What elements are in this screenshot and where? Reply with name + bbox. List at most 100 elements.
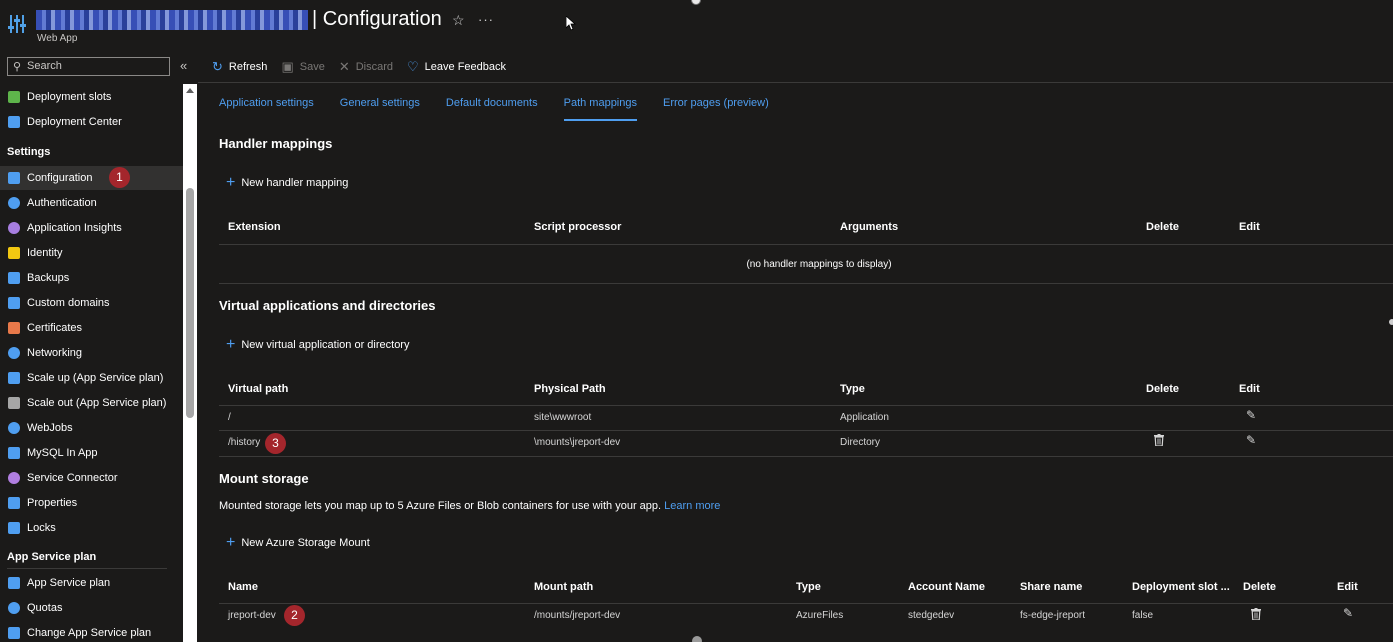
heart-icon: ♡ <box>407 59 419 74</box>
menu-item-label: Authentication <box>27 197 97 209</box>
domains-icon <box>8 297 20 309</box>
settings-section-header: Settings <box>7 146 51 158</box>
leave-feedback-button[interactable]: ♡ Leave Feedback <box>407 59 506 75</box>
new-handler-mapping-button[interactable]: + New handler mapping <box>226 174 349 191</box>
plus-icon: + <box>226 336 236 353</box>
menu-item-label: Networking <box>27 347 83 359</box>
save-button[interactable]: ▣ Save <box>281 59 324 75</box>
menu-item-configuration[interactable]: Configuration <box>0 166 183 190</box>
physical-path-cell: \mounts\jreport-dev <box>534 437 621 448</box>
column-header-edit: Edit <box>1239 383 1260 395</box>
menu-item-app-service-plan[interactable]: App Service plan <box>0 571 183 595</box>
share-name-cell: fs-edge-jreport <box>1020 610 1086 621</box>
column-header-delete: Delete <box>1146 221 1180 233</box>
column-header-mount-path: Mount path <box>534 581 594 593</box>
tab-application-settings[interactable]: Application settings <box>219 97 314 121</box>
menu-item-locks[interactable]: Locks <box>0 516 183 540</box>
table-divider <box>219 456 1393 457</box>
discard-label: Discard <box>355 61 394 73</box>
menu-item-label: WebJobs <box>27 422 73 434</box>
tab-error-pages[interactable]: Error pages (preview) <box>663 97 769 121</box>
command-bar: ↻ Refresh ▣ Save ✕ Discard ♡ Leave Feedb… <box>212 56 520 78</box>
plus-icon: + <box>226 534 236 551</box>
menu-item-label: Backups <box>27 272 70 284</box>
table-divider <box>219 283 1393 284</box>
network-icon <box>8 347 20 359</box>
mysql-icon <box>8 447 20 459</box>
edit-pencil-icon[interactable]: ✎ <box>1246 433 1256 447</box>
delete-trash-icon[interactable] <box>1251 608 1261 620</box>
mount-storage-description: Mounted storage lets you map up to 5 Azu… <box>219 500 720 512</box>
scroll-up-arrow-icon[interactable] <box>186 88 194 93</box>
column-header-edit: Edit <box>1239 221 1260 233</box>
edit-pencil-icon[interactable]: ✎ <box>1343 606 1353 620</box>
quotas-icon <box>8 602 20 614</box>
step-badge-3: 3 <box>265 433 286 454</box>
more-options-icon[interactable]: ··· <box>478 12 494 27</box>
favorite-star-icon[interactable]: ☆ <box>452 12 465 29</box>
menu-scrollbar[interactable] <box>183 84 197 642</box>
deployment-slots-icon <box>8 91 20 103</box>
column-header-delete: Delete <box>1243 581 1277 593</box>
menu-item-application-insights[interactable]: Application Insights <box>0 216 183 240</box>
key-icon <box>8 247 20 259</box>
resource-menu: ⚲ Search « Deployment slots Deployment C… <box>0 52 198 642</box>
menu-item-properties[interactable]: Properties <box>0 491 183 515</box>
virtual-applications-title: Virtual applications and directories <box>219 298 436 313</box>
scroll-thumb[interactable] <box>186 188 194 418</box>
new-handler-mapping-label: New handler mapping <box>241 177 349 189</box>
menu-item-identity[interactable]: Identity <box>0 241 183 265</box>
menu-item-networking[interactable]: Networking <box>0 341 183 365</box>
plus-icon: + <box>226 174 236 191</box>
tab-default-documents[interactable]: Default documents <box>446 97 538 121</box>
tab-path-mappings[interactable]: Path mappings <box>563 97 638 121</box>
menu-item-authentication[interactable]: Authentication <box>0 191 183 215</box>
search-input[interactable]: ⚲ Search <box>7 57 170 76</box>
collapse-menu-icon[interactable]: « <box>180 58 187 73</box>
app-service-plan-section-header: App Service plan <box>7 551 97 563</box>
menu-item-quotas[interactable]: Quotas <box>0 596 183 620</box>
step-badge-1: 1 <box>109 167 130 188</box>
scale-up-icon <box>8 372 20 384</box>
column-header-physical-path: Physical Path <box>534 383 606 395</box>
menu-item-label: MySQL In App <box>27 447 98 459</box>
table-divider <box>219 603 1393 604</box>
edit-pencil-icon[interactable]: ✎ <box>1246 408 1256 422</box>
certificate-icon <box>8 322 20 334</box>
menu-item-change-app-service-plan[interactable]: Change App Service plan <box>0 621 183 642</box>
table-divider <box>219 430 1393 431</box>
menu-item-label: App Service plan <box>27 577 111 589</box>
mount-path-cell: /mounts/jreport-dev <box>534 610 621 621</box>
menu-item-mysql-in-app[interactable]: MySQL In App <box>0 441 183 465</box>
menu-item-label: Quotas <box>27 602 63 614</box>
menu-item-label: Deployment Center <box>27 116 122 128</box>
column-header-account-name: Account Name <box>908 581 986 593</box>
new-virtual-application-button[interactable]: + New virtual application or directory <box>226 336 409 353</box>
menu-item-webjobs[interactable]: WebJobs <box>0 416 183 440</box>
configuration-icon <box>8 15 26 33</box>
menu-item-custom-domains[interactable]: Custom domains <box>0 291 183 315</box>
menu-item-scale-out[interactable]: Scale out (App Service plan) <box>0 391 183 415</box>
delete-trash-icon[interactable] <box>1154 434 1164 446</box>
menu-item-service-connector[interactable]: Service Connector <box>0 466 183 490</box>
learn-more-link[interactable]: Learn more <box>664 500 720 512</box>
window-resize-handle[interactable] <box>692 636 702 642</box>
menu-item-deployment-slots[interactable]: Deployment slots <box>0 85 183 109</box>
column-header-delete: Delete <box>1146 383 1180 395</box>
menu-item-certificates[interactable]: Certificates <box>0 316 183 340</box>
menu-item-backups[interactable]: Backups <box>0 266 183 290</box>
configuration-icon <box>8 172 20 184</box>
menu-item-label: Properties <box>27 497 78 509</box>
discard-button[interactable]: ✕ Discard <box>339 59 393 75</box>
menu-item-label: Deployment slots <box>27 91 112 103</box>
window-resize-handle[interactable] <box>691 0 701 5</box>
save-label: Save <box>299 61 325 73</box>
refresh-button[interactable]: ↻ Refresh <box>212 59 267 75</box>
tab-general-settings[interactable]: General settings <box>340 97 420 121</box>
menu-item-scale-up[interactable]: Scale up (App Service plan) <box>0 366 183 390</box>
menu-item-deployment-center[interactable]: Deployment Center <box>0 110 183 134</box>
table-divider <box>219 405 1393 406</box>
panel-edge-handle[interactable] <box>1389 319 1393 325</box>
step-badge-2: 2 <box>284 605 305 626</box>
new-azure-storage-mount-button[interactable]: + New Azure Storage Mount <box>226 534 370 551</box>
